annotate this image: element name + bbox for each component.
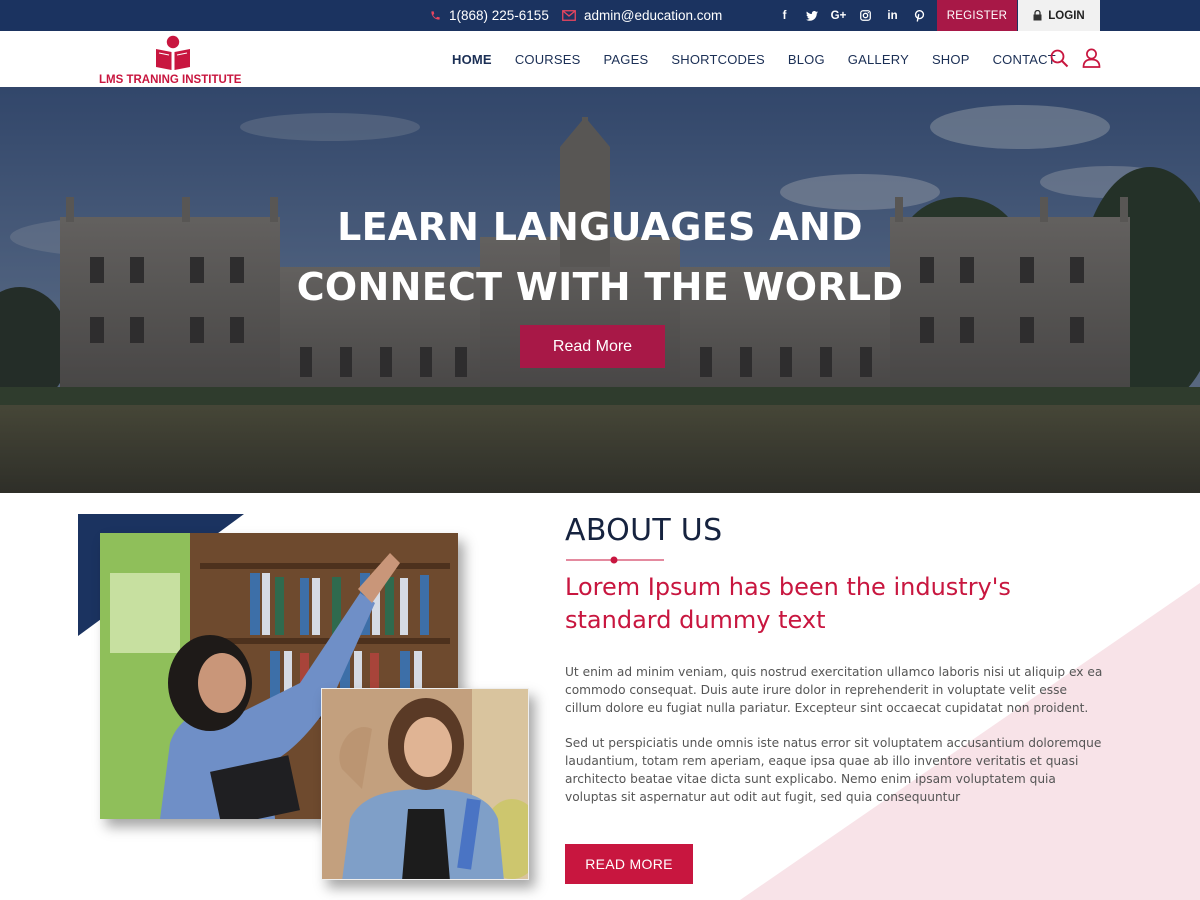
google-plus-icon[interactable]: G+	[830, 7, 847, 24]
linkedin-icon[interactable]: in	[884, 7, 901, 24]
login-label: LOGIN	[1048, 9, 1085, 22]
hero-title-line2: CONNECT WITH THE WORLD	[296, 265, 904, 309]
nav-item-courses[interactable]: COURSES	[515, 52, 581, 67]
hero-banner: LEARN LANGUAGES AND CONNECT WITH THE WOR…	[0, 87, 1200, 493]
pinterest-icon[interactable]	[911, 7, 928, 24]
lock-icon	[1033, 10, 1042, 21]
about-read-more-button[interactable]: READ MORE	[565, 844, 693, 884]
facebook-icon[interactable]: f	[776, 7, 793, 24]
nav-item-pages[interactable]: PAGES	[604, 52, 649, 67]
nav-item-shop[interactable]: SHOP	[932, 52, 970, 67]
email-text: admin@education.com	[584, 8, 723, 23]
phone-text: 1(868) 225-6155	[449, 8, 549, 23]
user-icon[interactable]	[1082, 48, 1101, 68]
logo-text: LMS TRANING INSTITUTE	[99, 74, 242, 86]
nav-item-gallery[interactable]: GALLERY	[848, 52, 909, 67]
search-icon[interactable]	[1050, 49, 1069, 68]
nav-item-contact[interactable]: CONTACT	[993, 52, 1056, 67]
main-nav: HOME COURSES PAGES SHORTCODES BLOG GALLE…	[452, 31, 1079, 87]
about-title: ABOUT US	[565, 513, 723, 548]
topbar-phone[interactable]: 1(868) 225-6155	[430, 0, 549, 31]
register-button[interactable]: REGISTER	[937, 0, 1017, 31]
about-paragraph-2: Sed ut perspiciatis unde omnis iste natu…	[565, 736, 1102, 804]
title-divider	[566, 556, 664, 564]
instagram-icon[interactable]	[857, 7, 874, 24]
book-reader-icon	[156, 35, 190, 70]
nav-item-blog[interactable]: BLOG	[788, 52, 825, 67]
nav-item-home[interactable]: HOME	[452, 52, 492, 67]
envelope-icon	[562, 10, 576, 21]
topbar-email[interactable]: admin@education.com	[562, 0, 722, 31]
social-links: f G+ in	[776, 0, 928, 31]
hero-read-more-button[interactable]: Read More	[520, 325, 665, 368]
about-subtitle: Lorem Ipsum has been the industry's stan…	[565, 573, 1011, 634]
site-logo[interactable]: LMS TRANING INSTITUTE	[99, 35, 259, 86]
site-header: LMS TRANING INSTITUTE HOME COURSES PAGES…	[0, 31, 1200, 87]
twitter-icon[interactable]	[803, 7, 820, 24]
about-section: ABOUT US Lorem Ipsum has been the indust…	[0, 493, 1200, 900]
about-paragraph-1: Ut enim ad minim veniam, quis nostrud ex…	[565, 665, 1103, 715]
student-portrait-photo	[321, 688, 529, 880]
phone-icon	[431, 11, 440, 20]
login-button[interactable]: LOGIN	[1018, 0, 1100, 31]
top-bar: 1(868) 225-6155 admin@education.com f G+…	[0, 0, 1200, 31]
nav-item-shortcodes[interactable]: SHORTCODES	[671, 52, 765, 67]
hero-title-line1: LEARN LANGUAGES AND	[337, 205, 863, 249]
